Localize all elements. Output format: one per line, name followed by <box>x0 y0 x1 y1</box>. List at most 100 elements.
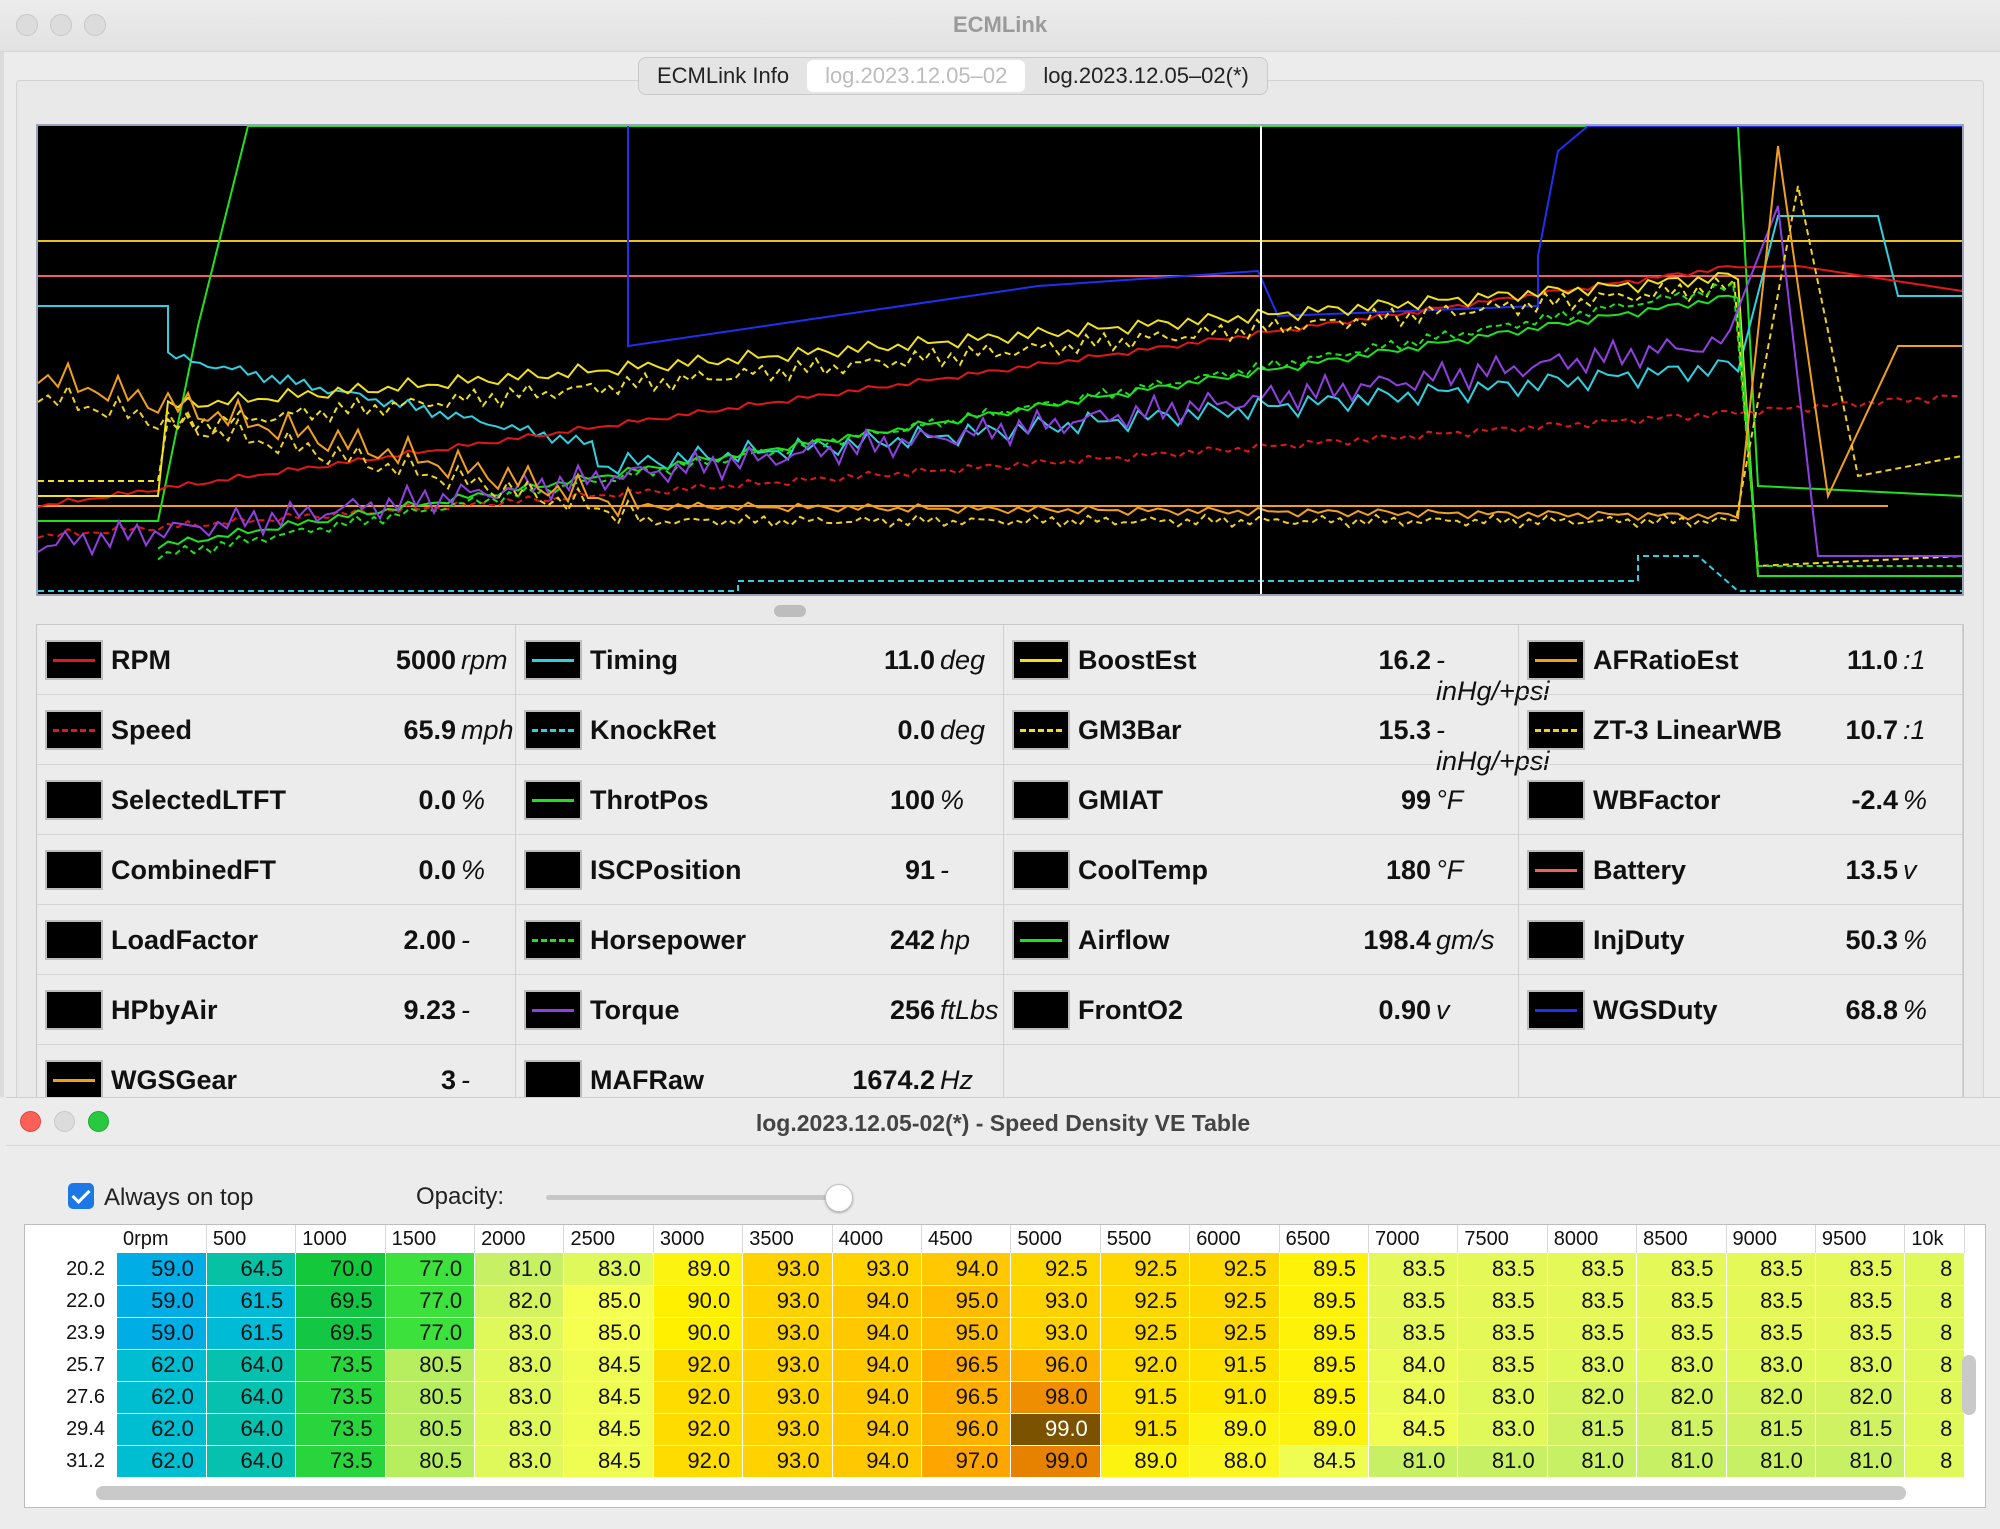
ve-cell[interactable]: 92.5 <box>1010 1253 1101 1286</box>
ve-cell[interactable]: 81.0 <box>1457 1445 1548 1478</box>
ve-cell[interactable]: 91.5 <box>1189 1349 1280 1382</box>
ve-cell[interactable]: 94.0 <box>832 1413 923 1446</box>
ve-cell[interactable]: 64.0 <box>206 1349 297 1382</box>
log-graph-canvas[interactable] <box>38 126 1962 594</box>
ve-cell[interactable]: 8 <box>1904 1413 1966 1446</box>
ve-cell[interactable]: 83.0 <box>474 1445 565 1478</box>
param-row[interactable]: CoolTemp 180 °F <box>1004 835 1518 905</box>
ve-cell[interactable]: 83.5 <box>1636 1317 1727 1350</box>
ve-cell[interactable]: 84.0 <box>1368 1349 1459 1382</box>
ve-cell[interactable]: 81.0 <box>1726 1445 1816 1478</box>
param-row[interactable]: Torque 256 ftLbs <box>516 975 1003 1045</box>
ve-cell[interactable]: 83.0 <box>1815 1349 1906 1382</box>
ve-cell[interactable]: 92.5 <box>1189 1285 1280 1318</box>
opacity-slider-knob[interactable] <box>825 1184 853 1212</box>
ve-cell[interactable]: 92.0 <box>653 1349 744 1382</box>
param-row[interactable]: BoostEst 16.2 -inHg/+psi <box>1004 625 1549 706</box>
param-row[interactable]: LoadFactor 2.00- <box>37 905 515 975</box>
ve-cell[interactable]: 94.0 <box>832 1285 923 1318</box>
ve-cell[interactable]: 89.0 <box>1279 1413 1369 1446</box>
ve-cell[interactable]: 8 <box>1904 1317 1966 1350</box>
always-on-top-checkbox[interactable] <box>68 1183 94 1209</box>
ve-cell[interactable]: 85.0 <box>563 1285 654 1318</box>
ve-cell[interactable]: 62.0 <box>117 1381 207 1414</box>
param-row[interactable]: ISCPosition 91- <box>516 835 1003 905</box>
ve-cell[interactable]: 82.0 <box>1636 1381 1727 1414</box>
param-row[interactable]: Horsepower 242 hp <box>516 905 1003 975</box>
ve-cell[interactable]: 92.0 <box>1100 1349 1191 1382</box>
ve-cell[interactable]: 82.0 <box>474 1285 565 1318</box>
ve-cell[interactable]: 91.5 <box>1100 1381 1191 1414</box>
ve-cell[interactable]: 99.0 <box>1010 1445 1101 1478</box>
ve-cell[interactable]: 83.5 <box>1547 1317 1638 1350</box>
color-swatch[interactable] <box>45 780 103 820</box>
ve-cell[interactable]: 97.0 <box>921 1445 1012 1478</box>
ve-cell[interactable]: 83.5 <box>1726 1253 1816 1286</box>
ve-cell[interactable]: 73.5 <box>295 1349 386 1382</box>
ve-cell[interactable]: 84.5 <box>563 1445 654 1478</box>
ve-cell[interactable]: 88.0 <box>1189 1445 1280 1478</box>
ve-cell[interactable]: 8 <box>1904 1381 1966 1414</box>
ve-cell[interactable]: 61.5 <box>206 1317 297 1350</box>
ve-cell[interactable]: 96.0 <box>921 1413 1012 1446</box>
color-swatch[interactable] <box>524 640 582 680</box>
ve-cell[interactable]: 92.5 <box>1100 1285 1191 1318</box>
vertical-scrollbar[interactable] <box>1962 1355 1976 1415</box>
ve-cell[interactable]: 83.5 <box>1636 1285 1727 1318</box>
param-row[interactable]: SelectedLTFT 0.0% <box>37 765 515 835</box>
ve-cell[interactable]: 96.5 <box>921 1349 1012 1382</box>
param-row[interactable]: KnockRet 0.0 deg <box>516 695 1003 765</box>
ve-cell[interactable]: 83.5 <box>1815 1253 1906 1286</box>
param-row[interactable]: GMIAT 99 °F <box>1004 765 1518 835</box>
ve-cell[interactable]: 83.5 <box>1815 1317 1906 1350</box>
color-swatch[interactable] <box>45 640 103 680</box>
color-swatch[interactable] <box>45 710 103 750</box>
ve-cell[interactable]: 96.5 <box>921 1381 1012 1414</box>
color-swatch[interactable] <box>1527 990 1585 1030</box>
ve-cell[interactable]: 84.5 <box>563 1413 654 1446</box>
horizontal-scrollbar[interactable] <box>96 1486 1906 1500</box>
ve-cell[interactable]: 81.0 <box>1815 1445 1906 1478</box>
ve-cell[interactable]: 96.0 <box>1010 1349 1101 1382</box>
param-row[interactable]: FrontO2 0.90 v <box>1004 975 1518 1045</box>
ve-cell[interactable]: 89.0 <box>653 1253 744 1286</box>
ve-cell[interactable]: 8 <box>1904 1253 1966 1286</box>
ve-cell[interactable]: 85.0 <box>563 1317 654 1350</box>
ve-cell[interactable]: 81.0 <box>1547 1445 1638 1478</box>
color-swatch[interactable] <box>524 710 582 750</box>
ve-cell[interactable]: 80.5 <box>385 1381 476 1414</box>
color-swatch[interactable] <box>524 990 582 1030</box>
ve-cell[interactable]: 61.5 <box>206 1285 297 1318</box>
color-swatch[interactable] <box>1527 780 1585 820</box>
ve-cell[interactable]: 94.0 <box>832 1381 923 1414</box>
ve-cell[interactable]: 77.0 <box>385 1253 476 1286</box>
ve-cell[interactable]: 93.0 <box>1010 1285 1101 1318</box>
ve-cell[interactable]: 94.0 <box>832 1349 923 1382</box>
ve-cell[interactable]: 83.0 <box>563 1253 654 1286</box>
color-swatch[interactable] <box>1527 640 1585 680</box>
param-row[interactable]: Airflow 198.4 gm/s <box>1004 905 1518 975</box>
ve-cell[interactable]: 94.0 <box>832 1445 923 1478</box>
ve-cell[interactable]: 81.0 <box>474 1253 565 1286</box>
ve-cell[interactable]: 81.5 <box>1547 1413 1638 1446</box>
ve-cell[interactable]: 93.0 <box>742 1317 833 1350</box>
color-swatch[interactable] <box>1012 640 1070 680</box>
ve-cell[interactable]: 81.0 <box>1636 1445 1727 1478</box>
ve-cell[interactable]: 59.0 <box>117 1253 207 1286</box>
ve-cell[interactable]: 92.5 <box>1100 1253 1191 1286</box>
ve-cell[interactable]: 69.5 <box>295 1285 386 1318</box>
param-row[interactable]: WGSDuty 68.8% <box>1519 975 1962 1045</box>
ve-cell[interactable]: 93.0 <box>742 1285 833 1318</box>
color-swatch[interactable] <box>1012 710 1070 750</box>
ve-cell[interactable]: 92.0 <box>653 1413 744 1446</box>
ve-cell[interactable]: 81.5 <box>1815 1413 1906 1446</box>
ve-cell[interactable]: 84.5 <box>1368 1413 1459 1446</box>
ve-cell[interactable]: 62.0 <box>117 1445 207 1478</box>
color-swatch[interactable] <box>1012 780 1070 820</box>
color-swatch[interactable] <box>524 780 582 820</box>
param-row[interactable]: Speed 65.9 mph <box>37 695 515 765</box>
ve-cell[interactable]: 83.0 <box>1726 1349 1816 1382</box>
ve-cell[interactable]: 83.5 <box>1726 1285 1816 1318</box>
ve-cell[interactable]: 89.5 <box>1279 1317 1369 1350</box>
color-swatch[interactable] <box>45 850 103 890</box>
